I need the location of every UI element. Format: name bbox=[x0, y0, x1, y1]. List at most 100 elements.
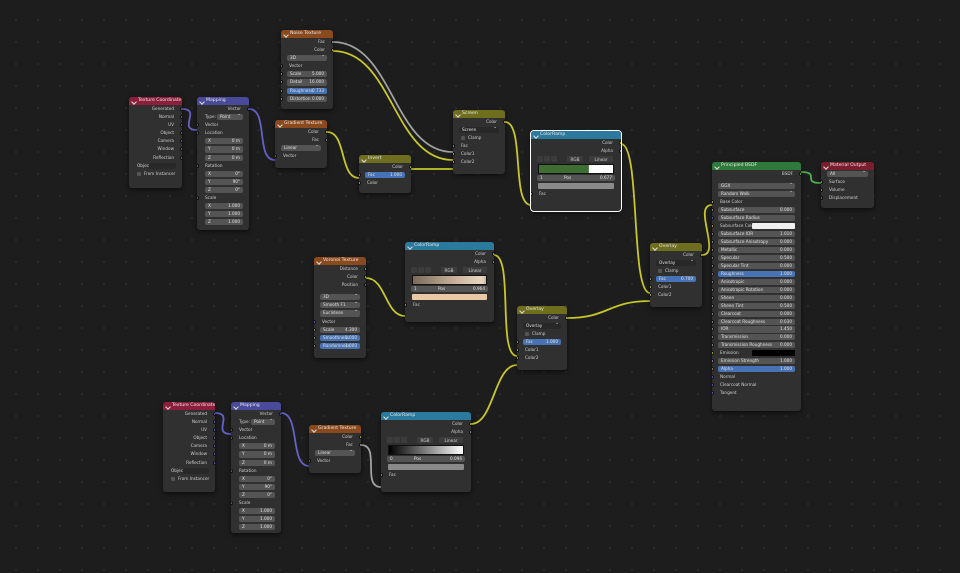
bsdf-field-subsurface-ior[interactable]: Subsurface IOR 1.010 bbox=[712, 230, 801, 238]
scale-x[interactable]: X 1.000 bbox=[231, 507, 281, 515]
fac-field[interactable]: Fac 1.000 bbox=[359, 171, 411, 179]
socket-dot[interactable] bbox=[279, 412, 281, 416]
socket-dot[interactable] bbox=[712, 240, 714, 245]
field-box[interactable]: Anisotropic Rotation 0.000 bbox=[718, 286, 795, 293]
color-mode-select[interactable]: RGB bbox=[567, 156, 583, 163]
socket-dot[interactable] bbox=[712, 375, 714, 380]
object-picker[interactable] bbox=[183, 467, 209, 474]
socket-dot[interactable] bbox=[325, 130, 327, 134]
stop-color-swatch[interactable] bbox=[405, 293, 494, 301]
invert-node[interactable]: Invert Color Fac 1.000 Color bbox=[359, 155, 411, 193]
socket-dot[interactable] bbox=[359, 443, 361, 448]
rotation-y[interactable]: Y 90° bbox=[231, 483, 281, 491]
socket-dot[interactable] bbox=[180, 131, 182, 136]
output-socket-color[interactable]: Color bbox=[359, 163, 411, 171]
socket-dot[interactable] bbox=[712, 208, 714, 213]
clamp-checkbox[interactable]: Clamp bbox=[453, 134, 505, 142]
output-socket-alpha[interactable]: Alpha bbox=[381, 428, 471, 436]
scale-z[interactable]: Z 1.000 bbox=[197, 218, 249, 226]
node-header[interactable]: Gradient Texture bbox=[309, 425, 361, 433]
input-socket-color2[interactable]: Color2 bbox=[453, 158, 505, 166]
subsurface-method-value[interactable]: Random Walk bbox=[718, 189, 795, 198]
fac-field[interactable]: Fac 0.700 bbox=[650, 275, 702, 283]
input-socket-displacement[interactable]: Displacement bbox=[821, 194, 874, 202]
node-header[interactable]: Voronoi Texture bbox=[314, 257, 366, 265]
socket-dot[interactable] bbox=[231, 501, 233, 506]
output-socket-color[interactable]: Color bbox=[314, 273, 366, 281]
ramp-controls[interactable]: RGB Linear bbox=[405, 266, 494, 274]
socket-dot[interactable] bbox=[712, 216, 714, 221]
smoothness-field[interactable]: Smoothness 1.000 bbox=[314, 334, 366, 342]
input-socket-vector[interactable]: Vector bbox=[309, 457, 361, 465]
bsdf-field-metallic[interactable]: Metallic 0.000 bbox=[712, 246, 801, 254]
bsdf-field-specular-tint[interactable]: Specular Tint 0.000 bbox=[712, 262, 801, 270]
checkbox-icon[interactable] bbox=[525, 332, 529, 337]
input-socket-color1[interactable]: Color1 bbox=[650, 283, 702, 291]
bsdf-field-subsurface-color[interactable]: Subsurface Color bbox=[712, 222, 801, 230]
socket-dot[interactable] bbox=[247, 107, 249, 111]
texture-coordinate-node[interactable]: Texture Coordinate Generated Normal UV O… bbox=[129, 97, 182, 188]
input-socket-clearcoat-normal[interactable]: Clearcoat Normal bbox=[712, 381, 801, 389]
gradient-type-value[interactable]: Linear bbox=[315, 448, 355, 457]
field-box[interactable]: Sheen Tint 0.500 bbox=[718, 302, 795, 309]
material-output-node[interactable]: Material Output All Surface Volume Displ… bbox=[821, 162, 874, 208]
socket-dot[interactable] bbox=[364, 275, 366, 280]
output-socket[interactable]: Generated bbox=[163, 410, 215, 418]
randomness-field[interactable]: Randomness 1.000 bbox=[314, 342, 366, 350]
principled-bsdf-node[interactable]: Principled BSDF BSDF GGX Random Walk Bas… bbox=[712, 162, 801, 411]
output-socket[interactable]: Object bbox=[163, 434, 215, 442]
socket-dot[interactable] bbox=[197, 123, 199, 128]
socket-dot[interactable] bbox=[281, 80, 283, 85]
ramp-controls[interactable]: RGB Linear bbox=[381, 436, 471, 444]
socket-dot[interactable] bbox=[712, 295, 714, 300]
socket-dot[interactable] bbox=[453, 152, 455, 157]
node-header[interactable]: Mapping bbox=[197, 97, 249, 105]
socket-dot[interactable] bbox=[197, 163, 199, 168]
target-value[interactable]: All bbox=[827, 169, 868, 178]
input-socket-fac[interactable]: Fac bbox=[531, 190, 621, 198]
bsdf-field-transmission-roughness[interactable]: Transmission Roughness 0.000 bbox=[712, 341, 801, 349]
mix-screen-node[interactable]: Screen Color Screen Clamp Fac Color1 Col… bbox=[453, 110, 505, 174]
output-socket-color[interactable]: Color bbox=[517, 314, 567, 322]
output-socket-fac[interactable]: Fac bbox=[309, 441, 361, 449]
field-box[interactable]: Subsurface Anisotropy 0.000 bbox=[718, 239, 795, 246]
dimensions-value[interactable]: 3D bbox=[287, 53, 327, 62]
field-box[interactable]: IOR 1.450 bbox=[718, 326, 795, 333]
socket-dot[interactable] bbox=[712, 319, 714, 324]
interpolation-select[interactable]: Linear bbox=[589, 156, 613, 163]
socket-dot[interactable] bbox=[712, 335, 714, 340]
socket-dot[interactable] bbox=[359, 181, 361, 186]
socket-dot[interactable] bbox=[821, 196, 823, 201]
socket-dot[interactable] bbox=[213, 428, 215, 433]
color-mode-select[interactable]: RGB bbox=[417, 437, 433, 444]
socket-dot[interactable] bbox=[180, 139, 182, 144]
color-ramp-node[interactable]: ColorRamp Color Alpha RGB Linear 1 Pos 0.9… bbox=[405, 242, 494, 322]
socket-dot[interactable] bbox=[281, 96, 283, 101]
node-header[interactable]: Mapping bbox=[231, 402, 281, 410]
field-box[interactable]: Sheen 0.000 bbox=[718, 294, 795, 301]
gradient-type-value[interactable]: Linear bbox=[281, 143, 321, 152]
socket-dot[interactable] bbox=[712, 343, 714, 348]
remove-stop-icon[interactable] bbox=[544, 156, 550, 163]
node-header[interactable]: Screen bbox=[453, 110, 505, 118]
bsdf-field-roughness[interactable]: Roughness 1.000 bbox=[712, 270, 801, 278]
socket-dot[interactable] bbox=[275, 154, 277, 159]
socket-dot[interactable] bbox=[503, 120, 505, 124]
object-picker[interactable] bbox=[149, 162, 176, 169]
color-swatch[interactable] bbox=[752, 350, 795, 357]
socket-dot[interactable] bbox=[213, 412, 215, 416]
field-box[interactable]: Subsurface Radius bbox=[718, 215, 795, 222]
field-box[interactable]: Anisotropic 0.000 bbox=[718, 278, 795, 285]
mapping-node[interactable]: Mapping Vector Type:Point Vector Locatio… bbox=[197, 97, 249, 230]
socket-dot[interactable] bbox=[712, 224, 714, 229]
socket-dot[interactable] bbox=[712, 200, 714, 205]
socket-dot[interactable] bbox=[469, 430, 471, 435]
object-field[interactable]: Object bbox=[163, 467, 215, 475]
output-socket-color[interactable]: Color bbox=[281, 46, 333, 54]
node-header[interactable]: ColorRamp bbox=[381, 412, 471, 420]
output-socket-color[interactable]: Color bbox=[309, 433, 361, 441]
bsdf-field-subsurface[interactable]: Subsurface 0.000 bbox=[712, 206, 801, 214]
bsdf-field-alpha[interactable]: Alpha 1.000 bbox=[712, 365, 801, 373]
input-socket-tangent[interactable]: Tangent bbox=[712, 389, 801, 397]
node-header[interactable]: ColorRamp bbox=[531, 131, 621, 139]
